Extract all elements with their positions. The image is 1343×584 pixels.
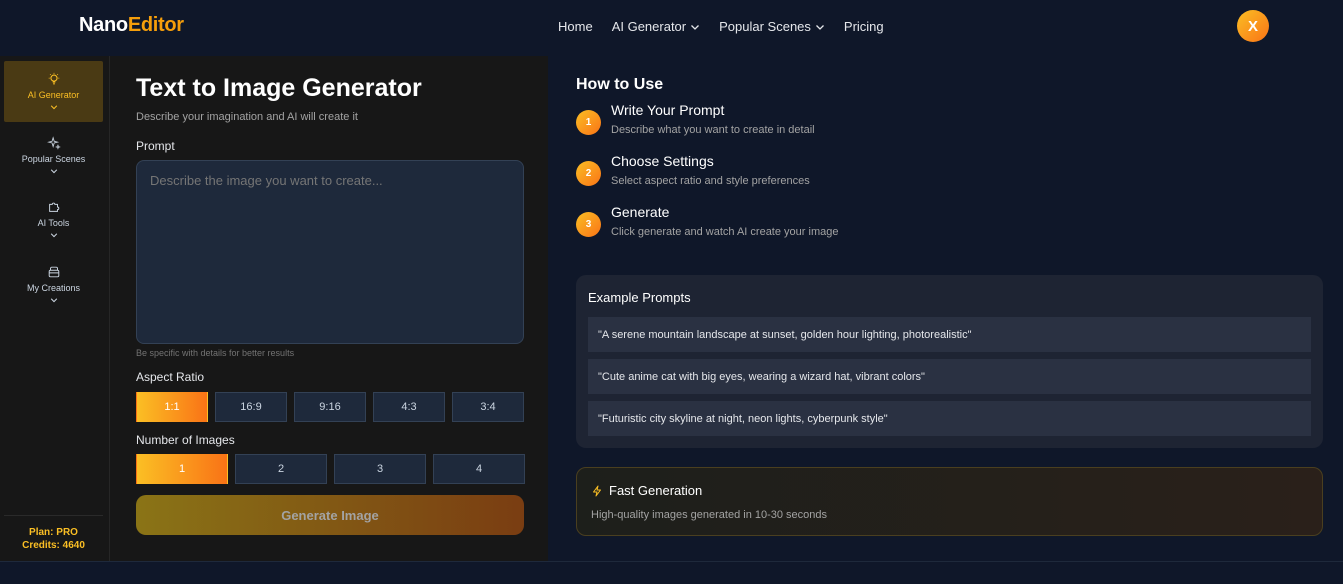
nav-pricing-label: Pricing [843,19,884,34]
nav-popular-scenes[interactable]: Popular Scenes [719,19,825,34]
page-subtitle: Describe your imagination and AI will cr… [136,111,358,123]
count-option-1[interactable]: 1 [136,454,228,484]
top-navbar: NanoEditor Home AI Generator Popular Sce… [0,0,1343,56]
nav-home-label: Home [558,19,593,34]
example-prompt-item[interactable]: "Futuristic city skyline at night, neon … [588,401,1311,436]
nav-ai-generator[interactable]: AI Generator [612,19,700,34]
brand-name-part2: Editor [127,14,184,36]
aspect-option-4-3[interactable]: 4:3 [373,392,445,422]
image-count-label: Number of Images [136,433,235,447]
how-to-title: How to Use [576,76,664,93]
fast-generation-card: Fast Generation High-quality images gene… [576,467,1323,536]
step-number-badge: 3 [576,212,601,237]
aspect-ratio-label: Aspect Ratio [136,370,205,384]
chevron-down-icon [50,169,57,174]
example-prompt-item[interactable]: "Cute anime cat with big eyes, wearing a… [588,359,1311,394]
aspect-option-3-4[interactable]: 3:4 [452,392,524,422]
puzzle-icon [48,202,59,212]
sidebar-item-popular-scenes[interactable]: Popular Scenes [4,125,103,186]
example-prompts-card: Example Prompts "A serene mountain lands… [576,275,1323,448]
chevron-down-icon [50,233,57,238]
sidebar-item-ai-tools[interactable]: AI Tools [4,189,103,250]
chevron-down-icon [815,24,824,30]
sidebar: AI Generator Popular Scenes AI Tools My … [0,56,110,562]
prompt-input[interactable] [136,160,524,344]
step-description: Select aspect ratio and style preference… [611,175,810,187]
brand-name-part1: Nano [79,14,128,36]
generator-panel: Text to Image Generator Describe your im… [110,56,548,562]
step-title: Choose Settings [611,153,714,169]
credits-label: Credits: 4640 [22,540,85,551]
step-description: Click generate and watch AI create your … [611,226,839,238]
aspect-ratio-options: 1:1 16:9 9:16 4:3 3:4 [136,392,524,422]
footer-divider [0,561,1343,562]
fast-generation-title: Fast Generation [609,483,703,498]
aspect-option-16-9[interactable]: 16:9 [215,392,287,422]
count-option-2[interactable]: 2 [235,454,327,484]
plan-info: Plan: PRO Credits: 4640 [4,515,103,562]
step-title: Write Your Prompt [611,102,725,118]
sparkles-icon [46,136,61,150]
nav-ai-generator-label: AI Generator [611,19,687,34]
fast-generation-heading: Fast Generation [591,483,702,498]
user-avatar[interactable]: X [1237,10,1269,42]
sidebar-item-label: Popular Scenes [21,154,86,164]
image-count-options: 1 2 3 4 [136,454,525,484]
example-prompts-title: Example Prompts [588,290,691,305]
sidebar-item-label: AI Generator [27,90,80,100]
step-description: Describe what you want to create in deta… [611,124,815,136]
nav-home[interactable]: Home [558,19,593,34]
step-number-badge: 1 [576,110,601,135]
example-prompt-item[interactable]: "A serene mountain landscape at sunset, … [588,317,1311,352]
nav-popular-scenes-label: Popular Scenes [719,19,811,34]
sidebar-item-ai-generator[interactable]: AI Generator [4,61,103,122]
nav-pricing[interactable]: Pricing [844,19,884,34]
chevron-down-icon [50,105,57,110]
aspect-option-9-16[interactable]: 9:16 [294,392,366,422]
page-title: Text to Image Generator [136,74,422,102]
prompt-hint: Be specific with details for better resu… [136,348,295,358]
step-number-badge: 2 [576,161,601,186]
sidebar-item-my-creations[interactable]: My Creations [4,254,103,315]
lightbulb-icon [48,72,59,85]
step-title: Generate [611,204,670,220]
sidebar-item-label: My Creations [26,283,80,293]
archive-icon [48,266,59,278]
aspect-option-1-1[interactable]: 1:1 [136,392,208,422]
sidebar-item-label: AI Tools [37,218,70,228]
generate-image-button[interactable]: Generate Image [136,495,524,535]
plan-label: Plan: PRO [29,527,78,538]
lightning-icon [593,485,601,496]
brand-logo[interactable]: NanoEditor [79,14,184,37]
count-option-4[interactable]: 4 [433,454,525,484]
fast-generation-description: High-quality images generated in 10-30 s… [591,509,828,521]
count-option-3[interactable]: 3 [334,454,426,484]
prompt-label: Prompt [136,139,175,153]
main-nav: Home AI Generator Popular Scenes Pricing [558,19,903,34]
chevron-down-icon [691,24,700,30]
chevron-down-icon [50,298,57,303]
